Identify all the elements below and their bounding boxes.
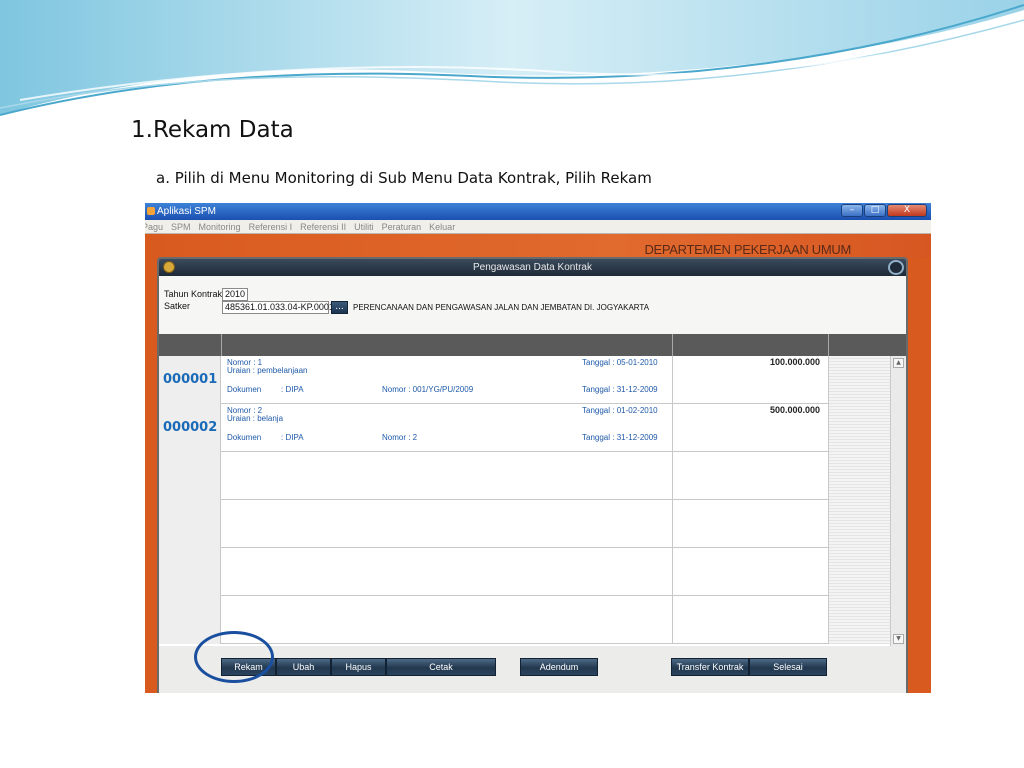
table-row[interactable] (159, 548, 890, 596)
scroll-up-icon[interactable]: ▲ (893, 358, 904, 368)
close-button[interactable]: X (887, 204, 927, 217)
row-dokumen-label: Dokumen (227, 433, 262, 442)
row-tanggal: Tanggal : 01-02-2010 (582, 406, 658, 415)
window-titlebar: Aplikasi SPM – □ X (145, 203, 931, 220)
row-dokumen: : DIPA (281, 433, 304, 442)
menu-utiliti[interactable]: Utiliti (354, 222, 374, 232)
row-uraian: Uraian : pembelanjaan (227, 366, 308, 375)
satker-label: Satker (164, 301, 191, 311)
emblem-icon (163, 261, 175, 273)
brand-text: DEPARTEMEN PEKERJAAN UMUM (644, 242, 851, 257)
slide-subtitle: a. Pilih di Menu Monitoring di Sub Menu … (156, 169, 652, 187)
satker-name: PERENCANAAN DAN PENGAWASAN JALAN DAN JEM… (353, 303, 650, 312)
tahun-kontrak-label: Tahun Kontrak (164, 289, 223, 299)
table-row[interactable]: 000002 Nomor : 2 Uraian : belanja Tangga… (159, 404, 890, 452)
tahun-kontrak-input[interactable]: 2010 (222, 288, 248, 301)
row-dokumen: : DIPA (281, 385, 304, 394)
dialog-title: Pengawasan Data Kontrak (159, 259, 906, 276)
row-nomor-dokumen: Nomor : 2 (382, 433, 418, 442)
satker-code-input[interactable]: 485361.01.033.04-KP.0001 (222, 301, 334, 314)
menu-referensi-2[interactable]: Referensi II (300, 222, 346, 232)
menu-peraturan[interactable]: Peraturan (382, 222, 422, 232)
grid-scrollbar[interactable]: ▲ ▼ (890, 356, 906, 646)
menu-referensi-1[interactable]: Referensi I (249, 222, 293, 232)
row-dokumen-label: Dokumen (227, 385, 262, 394)
transfer-kontrak-button[interactable]: Transfer Kontrak (671, 658, 749, 676)
pengawasan-dialog: Pengawasan Data Kontrak Tahun Kontrak 20… (157, 257, 908, 697)
cetak-button[interactable]: Cetak (386, 658, 496, 676)
minimize-button[interactable]: – (841, 204, 863, 217)
row-tanggal-dokumen: Tanggal : 31-12-2009 (582, 433, 658, 442)
app-window: Aplikasi SPM – □ X Pagu SPM Monitoring R… (145, 203, 931, 700)
satker-lookup-button[interactable]: ... (331, 301, 348, 314)
scroll-down-icon[interactable]: ▼ (893, 634, 904, 644)
slide-wave-decoration (0, 0, 1024, 116)
slide-title: 1.Rekam Data (131, 117, 294, 143)
menu-monitoring[interactable]: Monitoring (199, 222, 241, 232)
table-row[interactable] (159, 452, 890, 500)
row-uraian: Uraian : belanja (227, 414, 284, 423)
menu-spm[interactable]: SPM (171, 222, 191, 232)
selesai-button[interactable]: Selesai (749, 658, 827, 676)
window-bottom-strip (145, 693, 931, 700)
filter-form: Tahun Kontrak 2010 Satker 485361.01.033.… (159, 276, 906, 334)
menu-bar: Pagu SPM Monitoring Referensi I Referens… (145, 220, 931, 234)
grid-header (159, 334, 906, 356)
row-amount: 500.000.000 (769, 405, 820, 415)
hapus-button[interactable]: Hapus (331, 658, 386, 676)
row-tanggal-dokumen: Tanggal : 31-12-2009 (582, 385, 658, 394)
window-title: Aplikasi SPM (157, 206, 216, 217)
table-row[interactable] (159, 596, 890, 644)
row-number: 000001 (163, 372, 218, 387)
dialog-close-icon[interactable] (888, 260, 904, 275)
row-tanggal: Tanggal : 05-01-2010 (582, 358, 658, 367)
maximize-button[interactable]: □ (864, 204, 886, 217)
rekam-highlight-circle (194, 631, 274, 683)
row-nomor-dokumen: Nomor : 001/YG/PU/2009 (382, 385, 474, 394)
app-icon (147, 207, 155, 215)
kontrak-grid: 000001 Nomor : 1 Uraian : pembelanjaan T… (159, 356, 906, 646)
table-row[interactable] (159, 500, 890, 548)
menu-pagu[interactable]: Pagu (145, 222, 163, 232)
row-amount: 100.000.000 (769, 357, 820, 367)
window-controls: – □ X (841, 204, 927, 218)
row-number: 000002 (163, 420, 218, 435)
adendum-button[interactable]: Adendum (520, 658, 598, 676)
ubah-button[interactable]: Ubah (276, 658, 331, 676)
menu-keluar[interactable]: Keluar (429, 222, 455, 232)
table-row[interactable]: 000001 Nomor : 1 Uraian : pembelanjaan T… (159, 356, 890, 404)
